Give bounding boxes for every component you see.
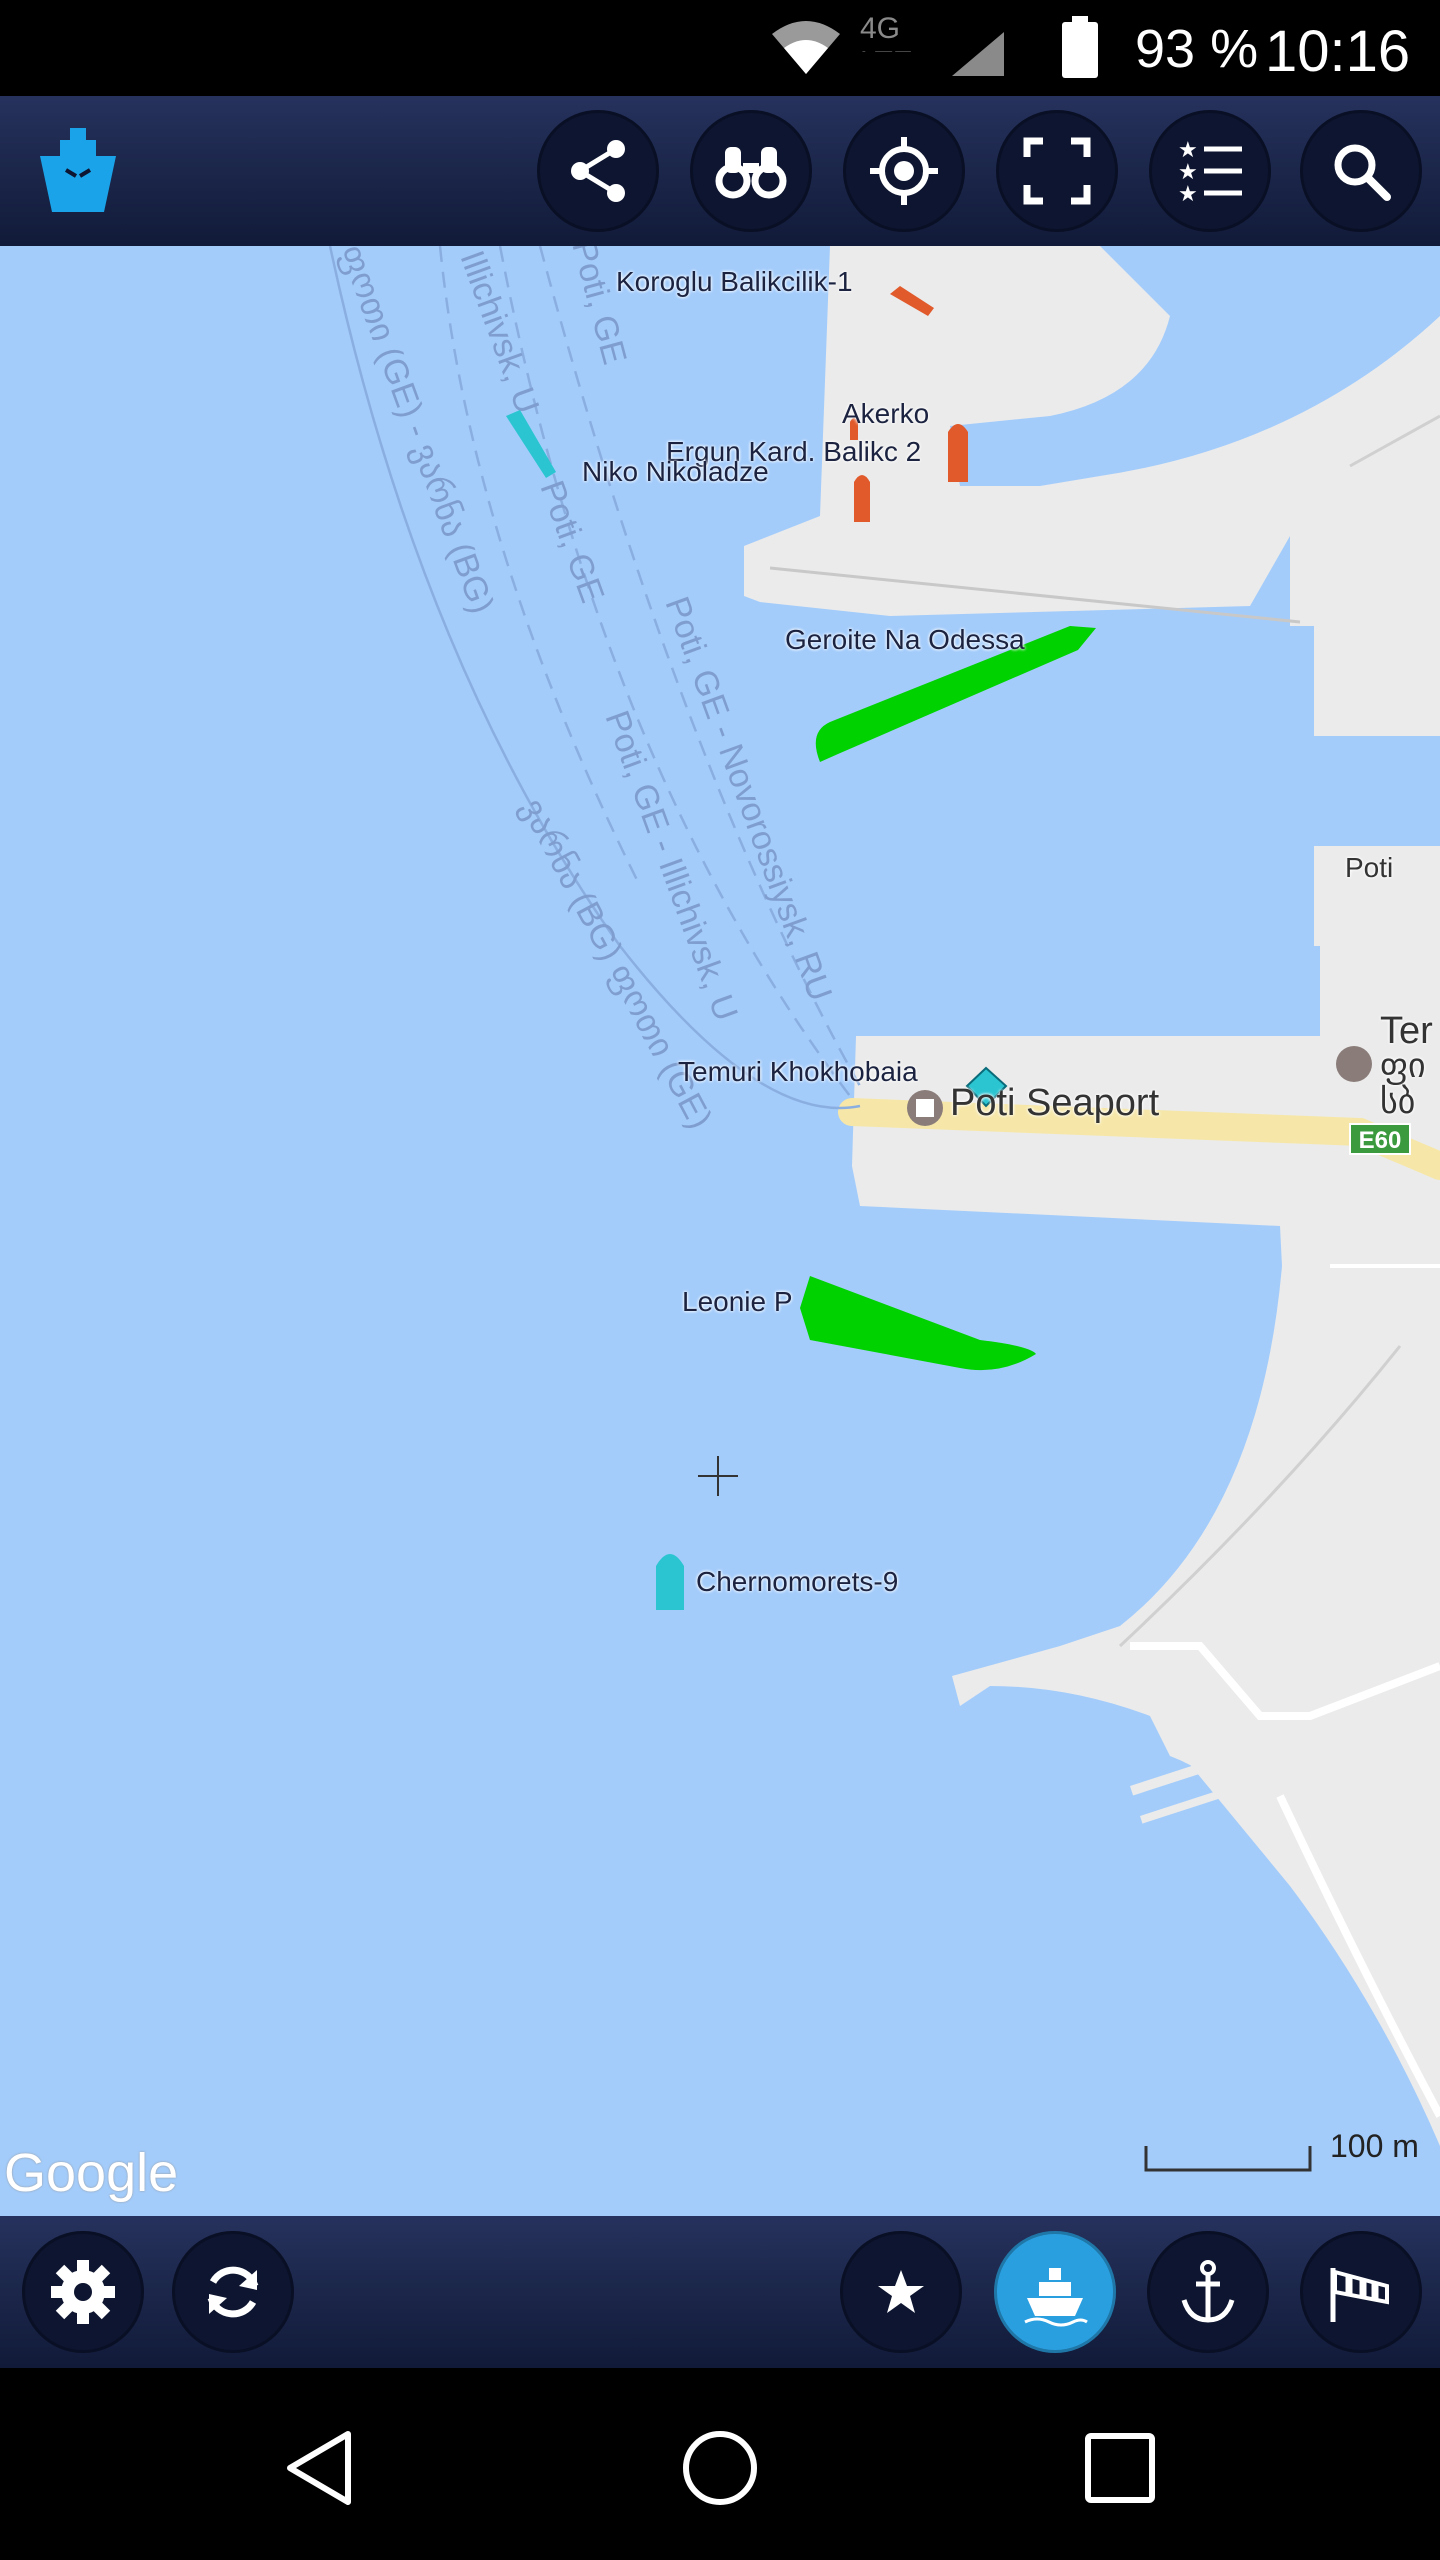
map-base: Poti, GE - Novorossiysk, RU Poti, GE - I… <box>328 246 1440 2172</box>
place-label-geo-2: სბ <box>1380 1083 1416 1121</box>
route-label-illichivsk-upper: Illichivsk, U <box>452 246 546 419</box>
back-icon[interactable] <box>280 2428 360 2508</box>
wifi-icon <box>772 21 840 74</box>
map-crosshair <box>698 1456 738 1496</box>
vessel-marker-niko[interactable] <box>506 410 556 478</box>
vessel-label-niko: Niko Nikoladze <box>582 456 769 487</box>
favorites-icon <box>878 2270 924 2313</box>
vessels-button[interactable] <box>994 2231 1116 2353</box>
home-icon[interactable] <box>680 2428 760 2508</box>
vessel-label-chernomorets: Chernomorets-9 <box>696 1566 899 1597</box>
fullscreen-icon <box>1023 137 1091 205</box>
wind-button[interactable] <box>1300 2231 1422 2353</box>
vessel-marker-chernomorets[interactable] <box>656 1554 684 1610</box>
locate-icon <box>870 137 938 205</box>
locate-button[interactable] <box>843 110 965 232</box>
binoculars-button[interactable] <box>690 110 812 232</box>
binoculars-icon <box>715 147 787 199</box>
android-nav-bar <box>0 2368 1440 2560</box>
signal-icon <box>952 32 1004 76</box>
settings-icon <box>51 2260 115 2324</box>
vessel-label-geroite: Geroite Na Odessa <box>785 624 1025 655</box>
vessels-icon <box>1024 2268 1088 2327</box>
status-bar: 4G LTE 93 % 10:16 <box>0 0 1440 96</box>
scale-label: 100 m <box>1330 2128 1419 2164</box>
scale-bar <box>1144 2146 1312 2172</box>
favorites-button[interactable] <box>840 2231 962 2353</box>
search-button[interactable] <box>1300 110 1422 232</box>
recents-icon[interactable] <box>1082 2430 1158 2506</box>
e60-road-label: E60 <box>1359 1127 1402 1154</box>
battery-icon <box>1062 16 1098 78</box>
starred-list-icon: ★ ★ ★ <box>1178 138 1242 207</box>
clock: 10:16 <box>1265 19 1411 84</box>
bottom-toolbar <box>0 2216 1440 2368</box>
battery-percent: 93 % <box>1135 19 1259 79</box>
google-attribution: Google <box>4 2143 179 2203</box>
route-label-poti-upper: Poti, GE <box>564 246 633 368</box>
ter-poi-icon[interactable] <box>1336 1046 1372 1082</box>
refresh-icon <box>207 2266 259 2318</box>
place-label-poti: Poti <box>1345 852 1394 883</box>
fullscreen-button[interactable] <box>996 110 1118 232</box>
anchor-button[interactable] <box>1147 2231 1269 2353</box>
vessel-marker-akerko[interactable] <box>948 424 968 482</box>
share-icon <box>571 140 625 202</box>
anchor-icon <box>1181 2260 1235 2323</box>
vessel-label-akerko: Akerko <box>842 398 930 429</box>
route-label-poti-mid: Poti, GE <box>532 476 611 608</box>
share-button[interactable] <box>537 110 659 232</box>
place-label-geo-1: ფი <box>1380 1047 1426 1085</box>
vessel-marker-leonie[interactable] <box>800 1276 1036 1371</box>
settings-button[interactable] <box>22 2231 144 2353</box>
map-view[interactable]: Poti, GE - Novorossiysk, RU Poti, GE - I… <box>0 246 1440 2216</box>
svg-text:★: ★ <box>1178 182 1198 207</box>
refresh-button[interactable] <box>172 2231 294 2353</box>
starred-list-button[interactable]: ★ ★ ★ <box>1149 110 1271 232</box>
search-icon <box>1334 144 1391 201</box>
top-toolbar: ★ ★ ★ <box>0 96 1440 246</box>
vessel-marker-ergun[interactable] <box>854 475 870 522</box>
ship-logo-icon[interactable] <box>30 126 126 216</box>
place-label-seaport: Poti Seaport <box>950 1082 1160 1124</box>
vessel-label-temuri: Temuri Khokhobaia <box>678 1056 918 1087</box>
vessel-label-koroglu: Koroglu Balikcilik-1 <box>616 266 853 297</box>
wind-icon <box>1330 2268 1389 2322</box>
vessel-label-leonie: Leonie P <box>682 1286 793 1317</box>
network-label: 4G LTE <box>860 12 913 52</box>
